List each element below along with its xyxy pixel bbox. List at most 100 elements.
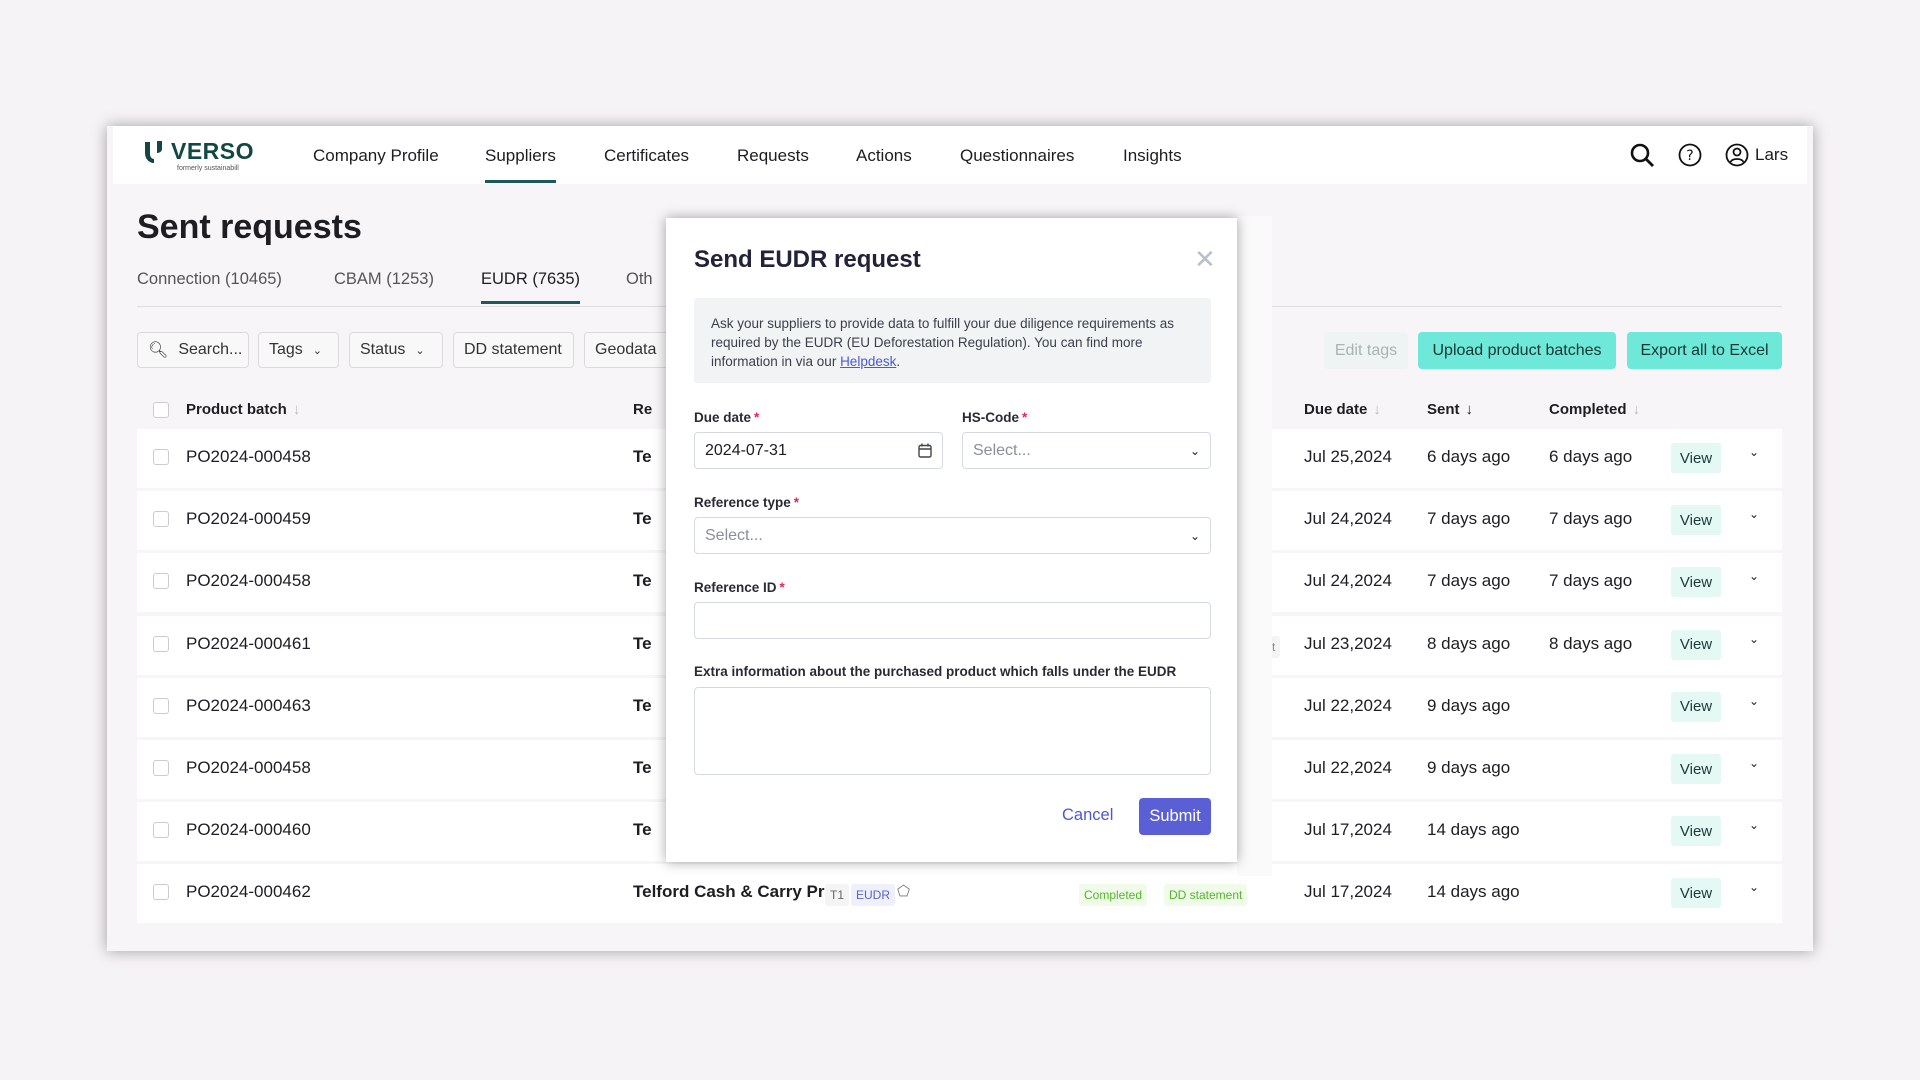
reference-id-label-text: Reference ID xyxy=(694,580,777,595)
tab-connection[interactable]: Connection (10465) xyxy=(137,270,282,289)
edit-tags-button[interactable]: Edit tags xyxy=(1324,332,1408,369)
nav-requests[interactable]: Requests xyxy=(737,146,809,166)
header-completed[interactable]: Completed ↓ xyxy=(1549,401,1640,418)
row-checkbox[interactable] xyxy=(153,573,169,590)
product-batch[interactable]: PO2024-000463 xyxy=(186,696,311,716)
tag-icon[interactable]: ⬠ xyxy=(897,882,910,900)
view-button[interactable]: View xyxy=(1671,505,1721,536)
verso-logo-icon xyxy=(145,140,162,163)
sent: 14 days ago xyxy=(1427,882,1520,902)
row-checkbox[interactable] xyxy=(153,449,169,465)
view-button[interactable]: View xyxy=(1671,629,1721,660)
reference-id-input[interactable] xyxy=(694,602,1211,639)
row-checkbox[interactable] xyxy=(153,511,169,528)
extra-info-label: Extra information about the purchased pr… xyxy=(694,664,1177,679)
modal-title: Send EUDR request xyxy=(694,246,921,273)
row-checkbox[interactable] xyxy=(153,697,169,714)
expand-chevron-icon[interactable]: ⌄ xyxy=(1749,632,1759,646)
product-batch[interactable]: PO2024-000458 xyxy=(186,758,311,778)
row-checkbox[interactable] xyxy=(153,822,169,839)
user-avatar-icon[interactable] xyxy=(1725,143,1749,167)
help-icon[interactable]: ? xyxy=(1678,143,1702,167)
product-batch[interactable]: PO2024-000458 xyxy=(186,447,311,467)
row-checkbox[interactable] xyxy=(153,884,169,901)
sort-arrow-icon: ↓ xyxy=(292,401,301,418)
hs-code-select[interactable]: Select... ⌄ xyxy=(962,432,1211,469)
view-button[interactable]: View xyxy=(1671,567,1721,598)
status-filter[interactable]: Status ⌄ xyxy=(349,332,443,368)
product-batch[interactable]: PO2024-000458 xyxy=(186,571,311,591)
requester: Te xyxy=(633,571,652,591)
view-button[interactable]: View xyxy=(1671,691,1721,722)
requester: Te xyxy=(633,509,652,529)
row-checkbox[interactable] xyxy=(153,635,169,652)
info-box: Ask your suppliers to provide data to fu… xyxy=(694,298,1211,383)
user-name[interactable]: Lars xyxy=(1755,145,1788,165)
product-batch[interactable]: PO2024-000462 xyxy=(186,882,311,902)
view-button[interactable]: View xyxy=(1671,816,1721,847)
completed: 8 days ago xyxy=(1549,633,1633,653)
expand-chevron-icon[interactable]: ⌄ xyxy=(1749,756,1759,770)
due-date-input[interactable]: 2024-07-31 xyxy=(694,432,943,469)
hs-code-label-text: HS-Code xyxy=(962,410,1019,425)
header-requester[interactable]: Re xyxy=(633,401,652,418)
header-due-date[interactable]: Due date ↓ xyxy=(1304,401,1381,418)
row-checkbox[interactable] xyxy=(153,760,169,776)
tier-badge: T1 xyxy=(825,884,850,907)
cancel-button[interactable]: Cancel xyxy=(1062,806,1113,825)
product-batch[interactable]: PO2024-000460 xyxy=(186,820,311,840)
search-icon[interactable] xyxy=(1629,142,1655,168)
export-excel-button[interactable]: Export all to Excel xyxy=(1627,332,1782,369)
logo-tagline: formerly sustainabill xyxy=(177,165,239,172)
due-date-label-text: Due date xyxy=(694,410,752,425)
helpdesk-link[interactable]: Helpdesk xyxy=(840,354,896,369)
product-batch[interactable]: PO2024-000461 xyxy=(186,634,311,654)
type-badge: EUDR xyxy=(851,884,896,907)
search-input[interactable]: 🔍︎ Search... xyxy=(137,332,249,368)
close-icon[interactable]: ✕ xyxy=(1194,244,1216,275)
header-product-batch[interactable]: Product batch ↓ xyxy=(186,401,300,418)
requester: Te xyxy=(633,820,652,840)
view-button[interactable]: View xyxy=(1671,878,1721,909)
sent: 8 days ago xyxy=(1427,633,1511,653)
expand-chevron-icon[interactable]: ⌄ xyxy=(1749,445,1759,459)
requester: Te xyxy=(633,695,652,715)
tab-eudr[interactable]: EUDR (7635) xyxy=(481,270,581,304)
product-batch[interactable]: PO2024-000459 xyxy=(186,509,311,529)
calendar-icon[interactable] xyxy=(918,443,932,458)
extra-info-textarea[interactable] xyxy=(694,687,1211,775)
select-all-checkbox[interactable] xyxy=(153,402,169,418)
submit-button[interactable]: Submit xyxy=(1139,798,1211,835)
due-date-label: Due date * xyxy=(694,410,759,425)
logo-text: VERSO xyxy=(171,138,255,164)
reference-type-select[interactable]: Select... ⌄ xyxy=(694,517,1211,554)
expand-chevron-icon[interactable]: ⌄ xyxy=(1749,694,1759,708)
tab-other[interactable]: Oth xyxy=(626,270,653,289)
dd-statement-filter[interactable]: DD statement xyxy=(453,332,574,368)
expand-chevron-icon[interactable]: ⌄ xyxy=(1749,569,1759,583)
tags-filter[interactable]: Tags ⌄ xyxy=(258,332,339,368)
upload-product-batches-button[interactable]: Upload product batches xyxy=(1418,332,1616,369)
info-text-end: . xyxy=(896,354,901,369)
tab-cbam[interactable]: CBAM (1253) xyxy=(334,270,434,289)
nav-suppliers[interactable]: Suppliers xyxy=(485,146,556,183)
nav-insights[interactable]: Insights xyxy=(1123,146,1182,166)
requester: Telford Cash & Carry Pro xyxy=(633,882,835,902)
expand-chevron-icon[interactable]: ⌄ xyxy=(1749,507,1759,521)
nav-questionnaires[interactable]: Questionnaires xyxy=(960,146,1074,166)
search-small-icon: 🔍︎ xyxy=(148,342,169,359)
info-text: Ask your suppliers to provide data to fu… xyxy=(711,316,1174,369)
header-sent[interactable]: Sent ↓ xyxy=(1427,401,1473,418)
expand-chevron-icon[interactable]: ⌄ xyxy=(1749,818,1759,832)
logo[interactable]: VERSO formerly sustainabill xyxy=(143,138,255,172)
view-button[interactable]: View xyxy=(1671,443,1721,473)
hs-code-label: HS-Code * xyxy=(962,410,1027,425)
view-button[interactable]: View xyxy=(1671,754,1721,784)
expand-chevron-icon[interactable]: ⌄ xyxy=(1749,880,1759,894)
table-row[interactable]: PO2024-000462 Telford Cash & Carry Pro T1… xyxy=(137,864,1782,924)
completed: 7 days ago xyxy=(1549,509,1633,529)
nav-certificates[interactable]: Certificates xyxy=(604,146,689,166)
nav-actions[interactable]: Actions xyxy=(856,146,912,166)
nav-company-profile[interactable]: Company Profile xyxy=(313,146,439,166)
status-badge: Completed xyxy=(1079,884,1148,907)
